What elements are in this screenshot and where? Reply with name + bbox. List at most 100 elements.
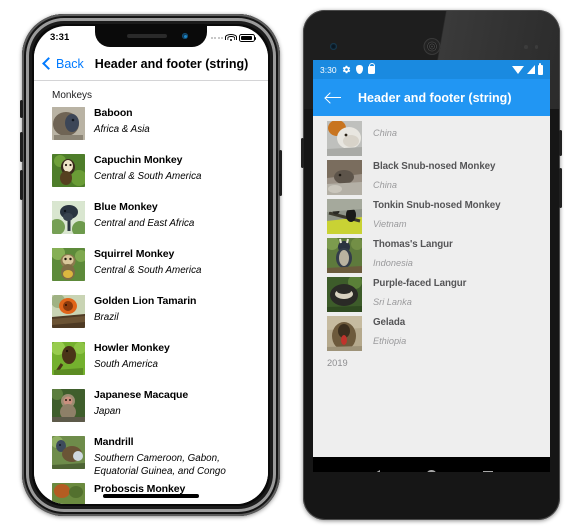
ios-back-label: Back bbox=[56, 56, 84, 71]
list-item-texts: Tonkin Snub-nosed Monkey Vietnam bbox=[373, 199, 537, 230]
purple-faced-langur-thumbnail bbox=[327, 277, 362, 312]
android-app-bar: Header and footer (string) bbox=[313, 79, 550, 116]
list-item-subtitle: Central & South America bbox=[94, 265, 202, 276]
list-item-subtitle: China bbox=[373, 180, 398, 190]
iphone-device-frame: 3:31 Back Header and footer (string) Mon… bbox=[20, 14, 282, 516]
battery-icon bbox=[537, 62, 543, 75]
list-item[interactable]: Japanese Macaque Japan bbox=[34, 388, 268, 435]
list-item-title: Black Snub-nosed Monkey bbox=[373, 161, 496, 172]
list-item-texts: China bbox=[373, 121, 537, 139]
wifi-icon bbox=[225, 33, 237, 42]
android-screen: 3:30 Header and footer (string) China Bl… bbox=[313, 60, 550, 472]
list-item-title: Mandrill bbox=[94, 436, 134, 448]
list-item-texts: Blue Monkey Central and East Africa bbox=[94, 200, 258, 231]
android-list[interactable]: China Black Snub-nosed Monkey China Tonk… bbox=[313, 116, 550, 457]
ios-navigation-bar: Back Header and footer (string) bbox=[34, 47, 268, 81]
android-navigation-bar bbox=[313, 457, 550, 472]
list-item[interactable]: Baboon Africa & Asia bbox=[34, 106, 268, 153]
thomass-langur-thumbnail bbox=[327, 238, 362, 273]
list-item[interactable]: Thomas's Langur Indonesia bbox=[313, 238, 550, 273]
list-item-texts: Baboon Africa & Asia bbox=[94, 106, 258, 137]
list-item-subtitle: Central & South America bbox=[94, 171, 202, 182]
list-item-title: Golden Lion Tamarin bbox=[94, 295, 197, 307]
list-item[interactable]: Howler Monkey South America bbox=[34, 341, 268, 388]
golden-lion-tamarin-thumbnail bbox=[52, 295, 85, 328]
android-status-left: 3:30 bbox=[320, 62, 375, 75]
android-device-frame: 3:30 Header and footer (string) China Bl… bbox=[301, 10, 562, 520]
list-item-subtitle: Southern Cameroon, Gabon, Equatorial Gui… bbox=[94, 453, 226, 477]
list-item-texts: Mandrill Southern Cameroon, Gabon, Equat… bbox=[94, 435, 258, 478]
iphone-volume-down-button[interactable] bbox=[20, 170, 23, 200]
list-item-subtitle: China bbox=[373, 128, 398, 138]
list-item[interactable]: Mandrill Southern Cameroon, Gabon, Equat… bbox=[34, 435, 268, 482]
tonkin-snub-nosed-monkey-thumbnail bbox=[327, 199, 362, 234]
android-status-time: 3:30 bbox=[320, 64, 337, 75]
list-item-title: Squirrel Monkey bbox=[94, 248, 175, 260]
list-item-title: Baboon bbox=[94, 107, 133, 119]
ios-back-button[interactable]: Back bbox=[42, 56, 84, 71]
gelada-thumbnail bbox=[327, 316, 362, 351]
list-item-subtitle: Japan bbox=[94, 406, 121, 417]
back-triangle-icon[interactable] bbox=[370, 469, 380, 472]
list-item-subtitle: Sri Lanka bbox=[373, 297, 412, 307]
howler-monkey-thumbnail bbox=[52, 342, 85, 375]
list-item[interactable]: Tonkin Snub-nosed Monkey Vietnam bbox=[313, 199, 550, 234]
list-item-subtitle: Brazil bbox=[94, 312, 119, 323]
list-item-subtitle: South America bbox=[94, 359, 158, 370]
list-item[interactable]: Blue Monkey Central and East Africa bbox=[34, 200, 268, 247]
list-item[interactable]: Black Snub-nosed Monkey China bbox=[313, 160, 550, 195]
arrow-back-icon[interactable] bbox=[326, 92, 341, 104]
iphone-volume-up-button[interactable] bbox=[20, 132, 23, 162]
proboscis-monkey-thumbnail bbox=[52, 483, 85, 504]
chevron-left-icon bbox=[42, 57, 55, 70]
signal-icon bbox=[526, 65, 535, 74]
ios-home-indicator[interactable] bbox=[103, 494, 199, 498]
golden-snub-nosed-monkey-thumbnail bbox=[327, 121, 362, 156]
recents-square-icon[interactable] bbox=[483, 470, 493, 472]
list-item-title: Thomas's Langur bbox=[373, 239, 453, 250]
list-item-subtitle: Ethiopia bbox=[373, 336, 407, 346]
ios-page-title: Header and footer (string) bbox=[94, 56, 249, 71]
list-item[interactable]: Proboscis Monkey bbox=[34, 482, 268, 504]
baboon-thumbnail bbox=[52, 107, 85, 140]
list-item[interactable]: Squirrel Monkey Central & South America bbox=[34, 247, 268, 294]
iphone-mute-switch[interactable] bbox=[20, 100, 23, 118]
list-item[interactable]: Capuchin Monkey Central & South America bbox=[34, 153, 268, 200]
list-item[interactable]: Golden Lion Tamarin Brazil bbox=[34, 294, 268, 341]
list-item-subtitle: Central and East Africa bbox=[94, 218, 195, 229]
squirrel-monkey-thumbnail bbox=[52, 248, 85, 281]
gear-icon bbox=[342, 65, 351, 74]
android-power-button[interactable] bbox=[559, 130, 562, 156]
list-item-texts: Howler Monkey South America bbox=[94, 341, 258, 372]
android-page-title: Header and footer (string) bbox=[358, 90, 512, 105]
ios-list[interactable]: Monkeys Baboon Africa & Asia Capuchin Mo… bbox=[34, 81, 268, 504]
list-item[interactable]: China bbox=[313, 121, 550, 156]
list-item[interactable]: Purple-faced Langur Sri Lanka bbox=[313, 277, 550, 312]
screenshot-canvas: 3:31 Back Header and footer (string) Mon… bbox=[0, 0, 588, 529]
home-circle-icon[interactable] bbox=[426, 470, 437, 472]
list-item-title: Gelada bbox=[373, 317, 406, 328]
list-item-title: Japanese Macaque bbox=[94, 389, 189, 401]
iphone-power-button[interactable] bbox=[279, 150, 282, 196]
list-item-title: Howler Monkey bbox=[94, 342, 170, 354]
mandrill-thumbnail bbox=[52, 436, 85, 469]
ios-status-time: 3:31 bbox=[50, 32, 70, 43]
android-status-bar: 3:30 bbox=[313, 60, 550, 79]
ios-section-header: Monkeys bbox=[52, 90, 93, 101]
list-item-texts: Black Snub-nosed Monkey China bbox=[373, 160, 537, 191]
android-volume-rocker[interactable] bbox=[559, 168, 562, 208]
list-item[interactable]: Gelada Ethiopia bbox=[313, 316, 550, 351]
capuchin-monkey-thumbnail bbox=[52, 154, 85, 187]
list-item-title: Purple-faced Langur bbox=[373, 278, 467, 289]
earpiece-speaker-icon bbox=[423, 38, 440, 55]
battery-icon bbox=[239, 33, 257, 42]
ios-status-bar: 3:31 bbox=[34, 26, 268, 47]
front-camera-icon bbox=[330, 43, 337, 50]
japanese-macaque-thumbnail bbox=[52, 389, 85, 422]
list-item-texts: Capuchin Monkey Central & South America bbox=[94, 153, 258, 184]
sensor-array-icon bbox=[524, 45, 538, 49]
list-item-subtitle: Indonesia bbox=[373, 258, 413, 268]
android-volume-button[interactable] bbox=[301, 138, 304, 168]
list-item-title: Tonkin Snub-nosed Monkey bbox=[373, 200, 501, 211]
ios-status-indicators bbox=[210, 33, 257, 42]
